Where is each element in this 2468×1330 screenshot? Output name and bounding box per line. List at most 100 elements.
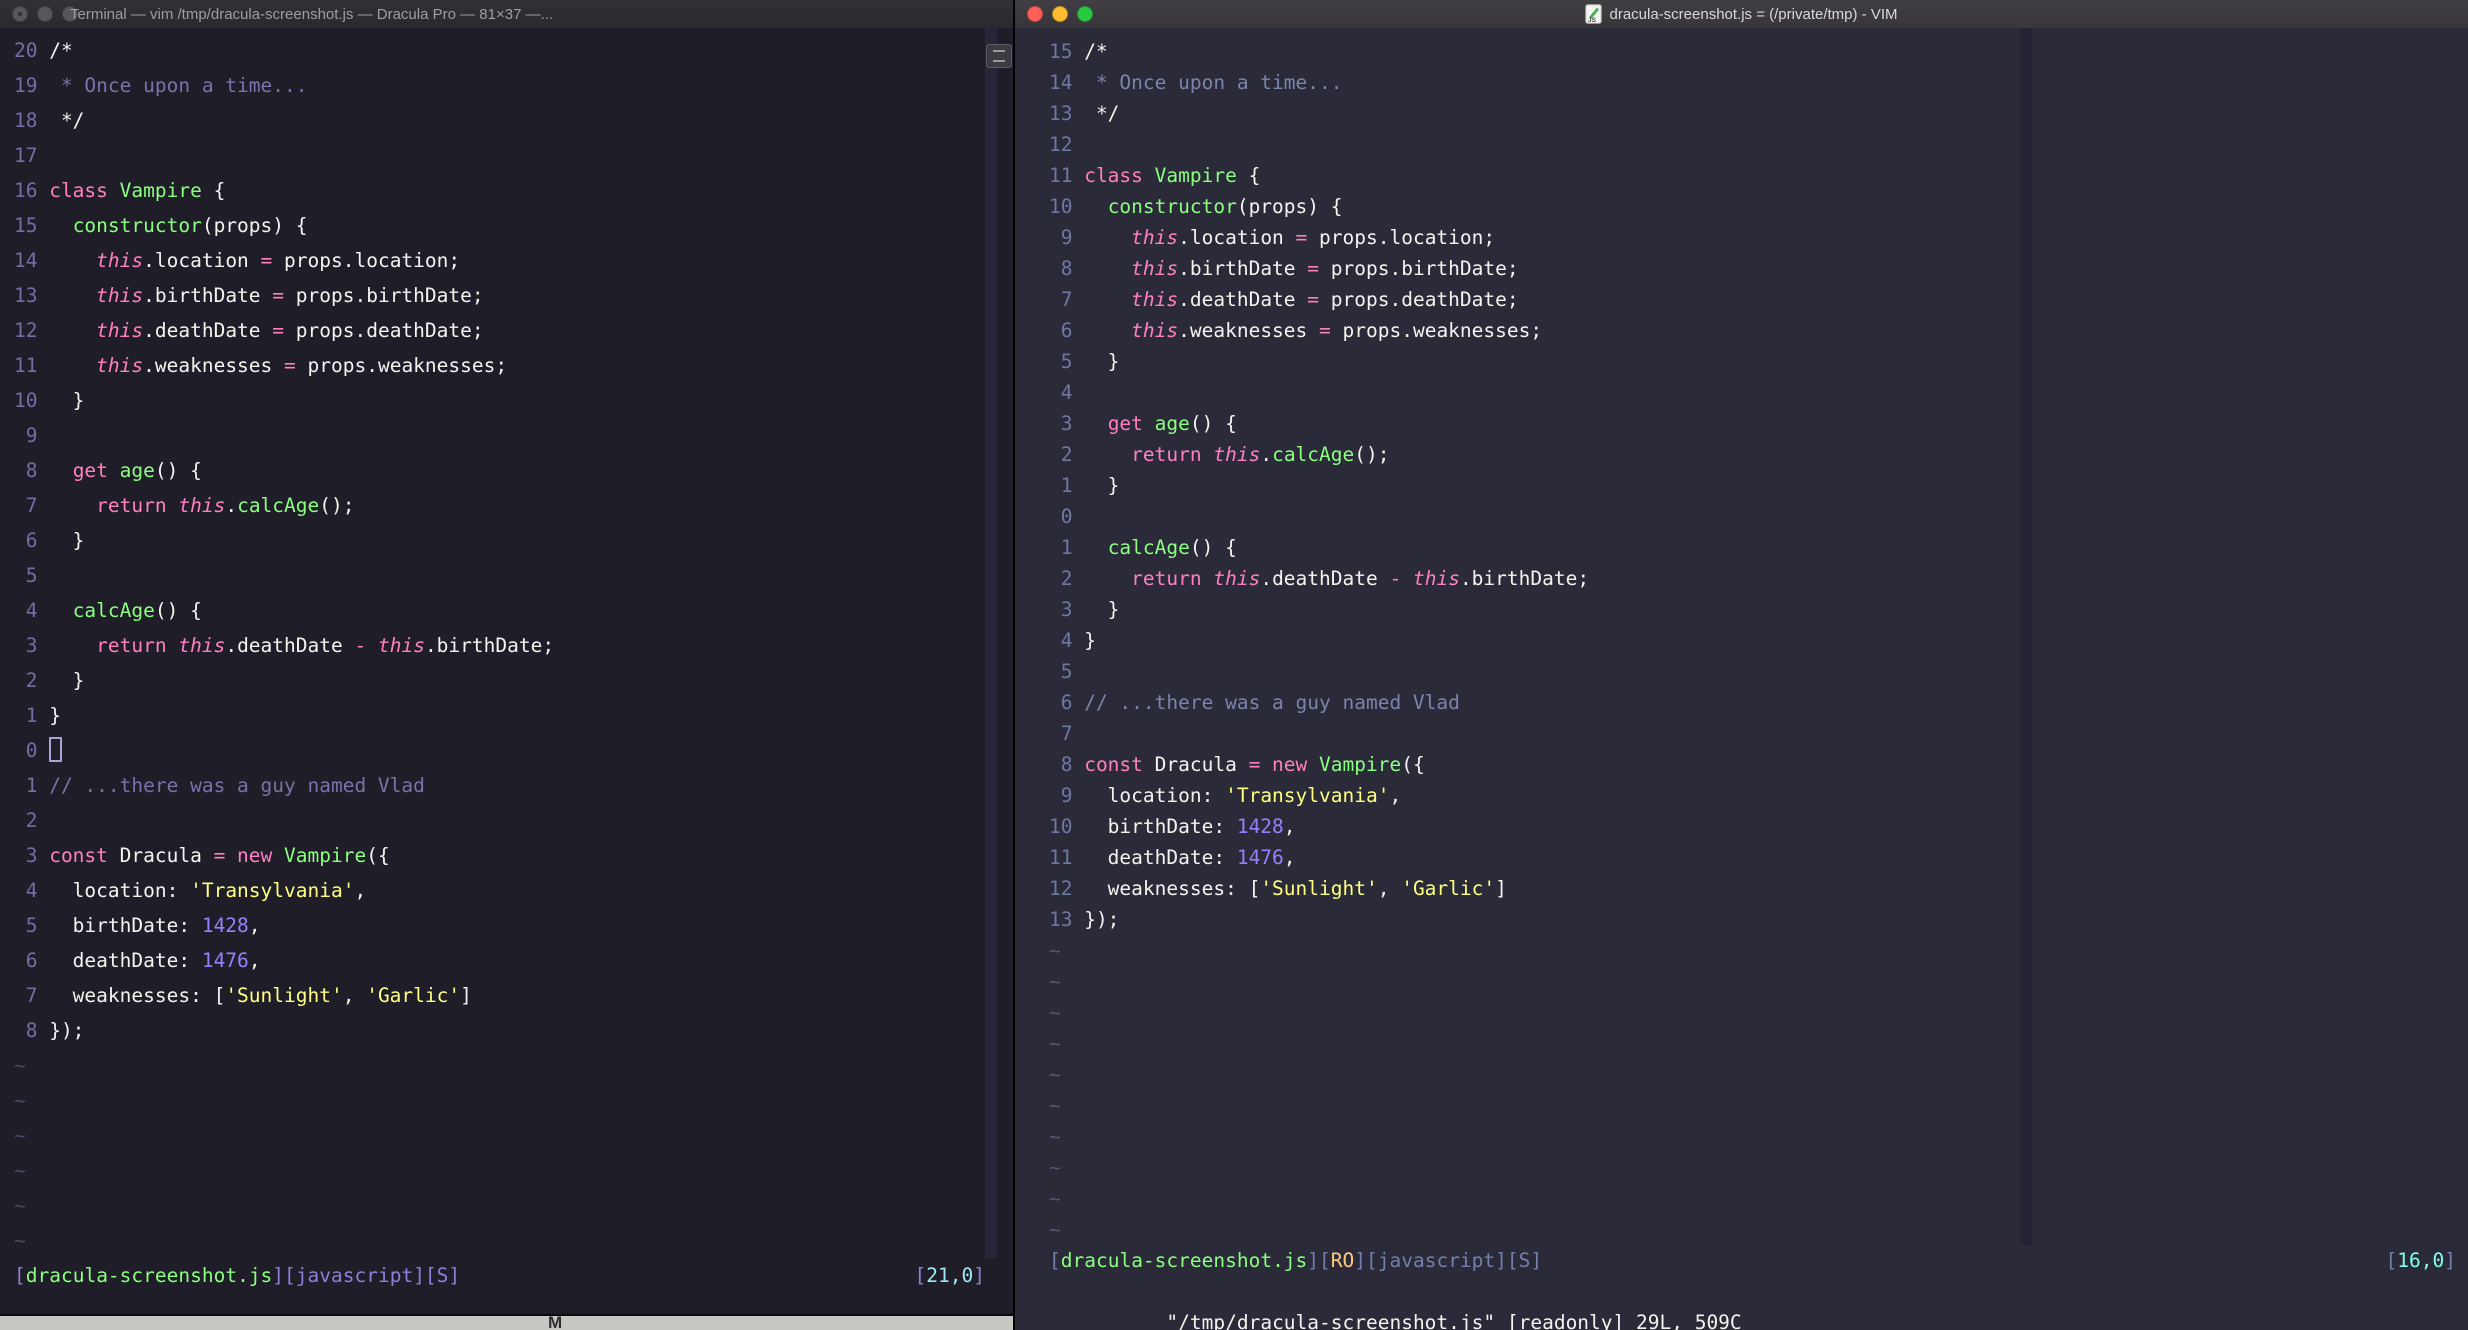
split-pane-button[interactable] bbox=[986, 44, 1012, 68]
line-number: 7 bbox=[25, 494, 38, 517]
tilde-glyph: ~ bbox=[1049, 1156, 1061, 1179]
code-token: (); bbox=[319, 494, 355, 517]
code-token: , bbox=[1377, 877, 1402, 900]
code-token: deathDate: bbox=[49, 949, 202, 972]
code-token: 'Garlic' bbox=[1401, 877, 1496, 900]
code-token: Dracula bbox=[1154, 753, 1249, 776]
code-token: ][ bbox=[1354, 1249, 1378, 1272]
code-line: 13 this.birthDate = props.birthDate; bbox=[0, 278, 1013, 313]
code-token: get bbox=[72, 459, 120, 482]
code-line: 4 calcAge() { bbox=[0, 593, 1013, 628]
code-token: = bbox=[1295, 226, 1308, 249]
code-token: 16,0 bbox=[2397, 1249, 2445, 1272]
tilde-line: ~ bbox=[0, 1188, 1013, 1223]
code-token: ] bbox=[1495, 877, 1507, 900]
line-number: 0 bbox=[1060, 505, 1073, 528]
line-number: 2 bbox=[25, 669, 38, 692]
code-token: javascript bbox=[1377, 1249, 1496, 1272]
traffic-lights bbox=[12, 6, 78, 22]
line-number: 9 bbox=[1060, 226, 1073, 249]
line-number: 3 bbox=[1060, 598, 1073, 621]
code-token: age bbox=[119, 459, 155, 482]
code-line: 14 * Once upon a time... bbox=[1015, 67, 2468, 98]
tilde-line: ~ bbox=[0, 1083, 1013, 1118]
code-token: , bbox=[342, 984, 367, 1007]
code-line: 8 const Dracula = new Vampire({ bbox=[1015, 749, 2468, 780]
line-number: 8 bbox=[25, 459, 38, 482]
code-token: [ bbox=[2385, 1249, 2398, 1272]
tilde-glyph: ~ bbox=[1049, 939, 1061, 962]
tilde-glyph: ~ bbox=[1049, 1187, 1061, 1210]
code-token: weaknesses: [ bbox=[49, 984, 226, 1007]
tilde-line: ~ bbox=[1015, 1121, 2468, 1152]
code-token: /* bbox=[49, 39, 73, 62]
code-token: // ...there was a guy named Vlad bbox=[1084, 691, 1460, 714]
code-line: 6 } bbox=[0, 523, 1013, 558]
close-button[interactable] bbox=[12, 6, 28, 22]
line-number: 8 bbox=[1060, 753, 1073, 776]
code-token: * Once upon a time... bbox=[49, 74, 308, 97]
code-token: , bbox=[1389, 784, 1402, 807]
vim-text-area[interactable]: 15/* 14 * Once upon a time... 13 */12 11 cla… bbox=[1015, 28, 2468, 1330]
code-token: RO bbox=[1330, 1249, 1355, 1272]
minimize-button[interactable] bbox=[37, 6, 53, 22]
tilde-glyph: ~ bbox=[14, 1054, 26, 1077]
line-number: 12 bbox=[14, 319, 38, 342]
code-line: 7 weaknesses: ['Sunlight', 'Garlic'] bbox=[0, 978, 1013, 1013]
line-number: 13 bbox=[1049, 908, 1073, 931]
code-token: ] bbox=[448, 1264, 461, 1287]
terminal-window: Terminal — vim /tmp/dracula-screenshot.j… bbox=[0, 0, 1013, 1330]
code-line: 1 } bbox=[1015, 470, 2468, 501]
line-number: 3 bbox=[1060, 412, 1073, 435]
code-token: } bbox=[49, 669, 85, 692]
line-number: 2 bbox=[25, 809, 38, 832]
line-number: 15 bbox=[1049, 40, 1073, 63]
line-number: 5 bbox=[1060, 660, 1073, 683]
tilde-glyph: ~ bbox=[1049, 1063, 1061, 1086]
line-number: 15 bbox=[14, 214, 38, 237]
code-token: [ bbox=[1049, 1249, 1061, 1272]
code-token: = new bbox=[1248, 753, 1320, 776]
code-token: 'Transylvania' bbox=[1225, 784, 1390, 807]
code-line: 13}); bbox=[1015, 904, 2468, 935]
code-token: 1428 bbox=[201, 914, 249, 937]
tilde-line: ~ bbox=[1015, 966, 2468, 997]
code-line: 19 * Once upon a time... bbox=[0, 68, 1013, 103]
code-token: = bbox=[272, 319, 285, 342]
code-line: 8 get age() { bbox=[0, 453, 1013, 488]
code-line: 11 class Vampire { bbox=[1015, 160, 2468, 191]
code-token: this bbox=[1131, 319, 1179, 342]
code-token: this bbox=[178, 494, 226, 517]
code-line: 8 this.birthDate = props.birthDate; bbox=[1015, 253, 2468, 284]
code-line: 3 const Dracula = new Vampire({ bbox=[0, 838, 1013, 873]
line-number: 1 bbox=[1060, 474, 1073, 497]
code-line: 11 this.weaknesses = props.weaknesses; bbox=[0, 348, 1013, 383]
code-token: = bbox=[1307, 288, 1320, 311]
terminal-titlebar[interactable]: Terminal — vim /tmp/dracula-screenshot.j… bbox=[0, 0, 1013, 29]
code-token: Vampire bbox=[119, 179, 202, 202]
code-token: * Once upon a time... bbox=[1084, 71, 1343, 94]
code-token: . bbox=[1260, 443, 1273, 466]
macvim-titlebar[interactable]: JS dracula-screenshot.js = (/private/tmp… bbox=[1015, 0, 2468, 29]
code-token: const bbox=[1084, 753, 1155, 776]
code-line: 15 /* bbox=[1015, 36, 2468, 67]
code-token: () { bbox=[154, 599, 202, 622]
vim-text-area[interactable]: 20/* 19 * Once upon a time... 18 */17 16 cla… bbox=[0, 28, 1013, 1328]
code-token: class bbox=[1084, 164, 1155, 187]
code-token: ({ bbox=[366, 844, 390, 867]
code-token: S bbox=[1518, 1249, 1531, 1272]
code-line: 3 get age() { bbox=[1015, 408, 2468, 439]
line-number: 14 bbox=[14, 249, 38, 272]
code-token: Vampire bbox=[1319, 753, 1402, 776]
code-token: } bbox=[1084, 350, 1120, 373]
line-number: 9 bbox=[25, 424, 38, 447]
tilde-glyph: ~ bbox=[1049, 1094, 1061, 1117]
code-token: (); bbox=[1354, 443, 1390, 466]
line-number: 14 bbox=[1049, 71, 1073, 94]
